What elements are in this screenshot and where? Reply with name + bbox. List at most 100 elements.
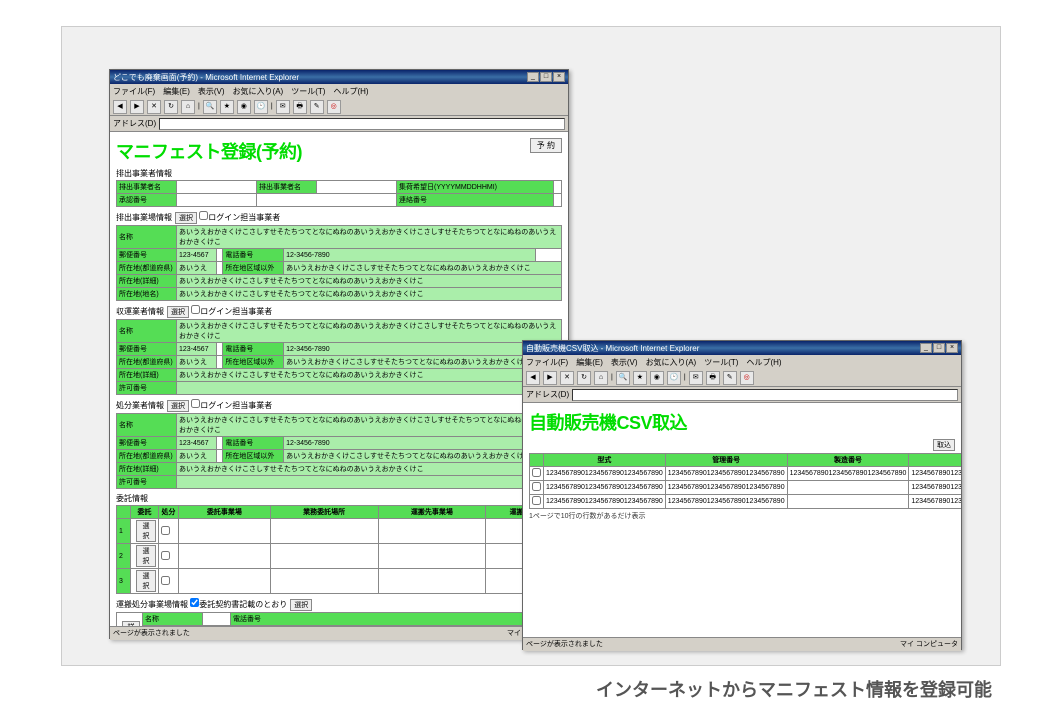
favorites-icon[interactable]: ★	[633, 371, 647, 385]
menu-edit[interactable]: 編集(E)	[576, 357, 603, 368]
menu-tools[interactable]: ツール(T)	[704, 357, 738, 368]
menu-fav[interactable]: お気に入り(A)	[646, 357, 697, 368]
window-title: どこでも廃棄画面(予約) - Microsoft Internet Explor…	[113, 72, 299, 83]
label: 所在地(都道府県)	[143, 626, 203, 627]
section-6: 運搬処分事業場情報 委託契約書記載のとおり選択	[116, 598, 562, 611]
section-title-1: 排出事業者情報	[116, 168, 562, 179]
label: 所在地区域以外	[231, 626, 534, 627]
media-icon[interactable]: ◉	[237, 100, 251, 114]
menu-view[interactable]: 表示(V)	[611, 357, 638, 368]
menu-file[interactable]: ファイル(F)	[113, 86, 155, 97]
home-icon[interactable]: ⌂	[594, 371, 608, 385]
history-icon[interactable]: 🕑	[667, 371, 681, 385]
minimize-icon[interactable]: _	[527, 72, 539, 82]
same-checkbox[interactable]	[191, 305, 200, 314]
label: 郵便番号	[117, 249, 177, 262]
mail-icon[interactable]: ✉	[276, 100, 290, 114]
label: 電話番号	[231, 613, 534, 626]
edit-icon[interactable]: ✎	[310, 100, 324, 114]
reserve-button[interactable]: 予 約	[530, 138, 562, 153]
import-button[interactable]: 取込	[933, 439, 955, 451]
forward-icon[interactable]: ▶	[543, 371, 557, 385]
cell	[378, 569, 486, 594]
cell	[787, 495, 909, 509]
cell	[179, 519, 271, 544]
select-button[interactable]: 選択	[136, 545, 156, 567]
refresh-icon[interactable]: ↻	[164, 100, 178, 114]
stop-icon[interactable]: ✕	[147, 100, 161, 114]
cell: あいうえおかきくけこさしすせそたちつてとなにぬねのあいうえおかきくけこさしすせそ…	[177, 320, 562, 343]
cell	[787, 481, 909, 495]
select-button[interactable]: 選択	[136, 570, 156, 592]
menu-help[interactable]: ヘルプ(H)	[746, 357, 781, 368]
edit-icon[interactable]: ✎	[723, 371, 737, 385]
checkbox[interactable]	[161, 576, 170, 585]
statusbar: ページが表示されました マイ コンピュータ	[110, 626, 568, 640]
media-icon[interactable]: ◉	[650, 371, 664, 385]
back-icon[interactable]: ◀	[526, 371, 540, 385]
menu-edit[interactable]: 編集(E)	[163, 86, 190, 97]
checkbox[interactable]	[161, 551, 170, 560]
stop-icon[interactable]: ✕	[560, 371, 574, 385]
label: 許可番号	[117, 476, 177, 489]
label: 所在地(詳細)	[117, 463, 177, 476]
select-button[interactable]: 選択	[167, 400, 189, 412]
section-3: 収運業者情報選択 ログイン担当事業者	[116, 305, 562, 318]
window-title: 自動販売機CSV取込 - Microsoft Internet Explorer	[526, 343, 699, 354]
row-checkbox	[532, 496, 541, 505]
select-button[interactable]: 選択	[136, 520, 156, 542]
search-icon[interactable]: 🔍	[616, 371, 630, 385]
cell: 123456789012345678901234567890	[544, 481, 666, 495]
address-input[interactable]	[572, 389, 958, 401]
header: 委託事業場	[179, 506, 271, 519]
section-title-5: 委託情報	[116, 493, 562, 504]
back-icon[interactable]: ◀	[113, 100, 127, 114]
menu-file[interactable]: ファイル(F)	[526, 357, 568, 368]
discuss-icon[interactable]: ◎	[327, 100, 341, 114]
menu-fav[interactable]: お気に入り(A)	[233, 86, 284, 97]
history-icon[interactable]: 🕑	[254, 100, 268, 114]
checkbox[interactable]	[161, 526, 170, 535]
refresh-icon[interactable]: ↻	[577, 371, 591, 385]
menubar: ファイル(F) 編集(E) 表示(V) お気に入り(A) ツール(T) ヘルプ(…	[523, 355, 961, 369]
label: 名称	[117, 414, 177, 437]
page-content: 予 約 マニフェスト登録(予約) 排出事業者情報 排出事業者名排出事業者名集荷希…	[110, 132, 568, 626]
section-title: 運搬処分事業場情報	[116, 600, 188, 609]
row-checkbox	[532, 468, 541, 477]
menu-tools[interactable]: ツール(T)	[291, 86, 325, 97]
label: 排出事業者名	[257, 181, 317, 194]
detail-button[interactable]: 詳細	[122, 621, 140, 626]
cell	[179, 569, 271, 594]
address-input[interactable]	[159, 118, 565, 130]
select-button[interactable]: 選択	[290, 599, 312, 611]
search-icon[interactable]: 🔍	[203, 100, 217, 114]
statusbar: ページが表示されました マイ コンピュータ	[523, 637, 961, 651]
forward-icon[interactable]: ▶	[130, 100, 144, 114]
label: 承認番号	[117, 194, 177, 207]
contract-checkbox[interactable]	[190, 598, 199, 607]
home-icon[interactable]: ⌂	[181, 100, 195, 114]
label: 所在地区域以外	[223, 262, 284, 275]
close-icon[interactable]: ×	[553, 72, 565, 82]
select-button[interactable]: 選択	[175, 212, 197, 224]
mail-icon[interactable]: ✉	[689, 371, 703, 385]
same-checkbox[interactable]	[199, 211, 208, 220]
discuss-icon[interactable]: ◎	[740, 371, 754, 385]
cell	[270, 519, 378, 544]
close-icon[interactable]: ×	[946, 343, 958, 353]
cell	[177, 194, 257, 207]
select-button[interactable]: 選択	[167, 306, 189, 318]
favorites-icon[interactable]: ★	[220, 100, 234, 114]
menu-help[interactable]: ヘルプ(H)	[333, 86, 368, 97]
same-checkbox[interactable]	[191, 399, 200, 408]
maximize-icon[interactable]: □	[933, 343, 945, 353]
print-icon[interactable]: 🖶	[293, 100, 307, 114]
cell: あいうえおかきくけこさしすせそたちつてとなにぬねのあいうえおかきくけこさしすせそ…	[177, 414, 562, 437]
cell: あいうえ	[177, 450, 217, 463]
cell: 123456789012345678901234567890	[665, 495, 787, 509]
print-icon[interactable]: 🖶	[706, 371, 720, 385]
menu-view[interactable]: 表示(V)	[198, 86, 225, 97]
maximize-icon[interactable]: □	[540, 72, 552, 82]
minimize-icon[interactable]: _	[920, 343, 932, 353]
cell: あいうえおかきくけこさしすせそたちつてとなにぬねのあいうえおかきくけこ	[284, 356, 562, 369]
